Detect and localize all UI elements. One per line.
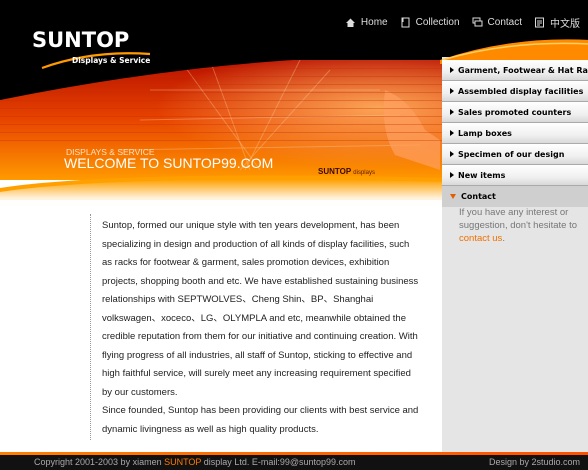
- arrow-right-icon: [450, 130, 454, 136]
- nav-home[interactable]: Home: [345, 17, 388, 28]
- footer-copyright: Copyright 2001-2003 by xiamen SUNTOP dis…: [34, 457, 356, 467]
- nav-chinese-label: 中文版: [550, 18, 580, 30]
- sidebar-item-label: Garment, Footwear & Hat Rack: [458, 65, 588, 75]
- sidebar-item-label: Lamp boxes: [458, 128, 512, 138]
- sidebar-item-label: Contact: [461, 192, 496, 201]
- nav-chinese[interactable]: 中文版: [534, 15, 580, 30]
- sidebar-item-assembled[interactable]: Assembled display facilities: [442, 81, 588, 102]
- intro-paragraph: Suntop, formed our unique style with ten…: [102, 220, 419, 398]
- document-icon: [535, 17, 544, 27]
- copyright-post: display Ltd. E-mail:99@suntop99.com: [203, 457, 356, 467]
- sidebar-item-label: Assembled display facilities: [458, 86, 584, 96]
- chat-icon: [472, 17, 483, 26]
- sidebar-item-label: Sales promoted counters: [458, 107, 572, 117]
- sidebar-item-counters[interactable]: Sales promoted counters: [442, 102, 588, 123]
- bookmark-icon: [401, 17, 410, 27]
- sidebar-item-label: New items: [458, 170, 506, 180]
- contact-text: If you have any interest or suggestion, …: [459, 207, 578, 231]
- arrow-right-icon: [450, 88, 454, 94]
- hero-brand-small: displays: [353, 170, 375, 176]
- nav-collection[interactable]: Collection: [400, 17, 460, 28]
- arrow-right-icon: [450, 67, 454, 73]
- sidebar-item-new-items[interactable]: New items: [442, 165, 588, 186]
- nav-contact-label: Contact: [487, 16, 522, 28]
- main-content: Suntop, formed our unique style with ten…: [102, 217, 420, 439]
- content-divider: [90, 214, 91, 440]
- footer-credit[interactable]: Design by 2studio.com: [489, 457, 580, 467]
- sidebar-item-specimen[interactable]: Specimen of our design: [442, 144, 588, 165]
- sidebar-item-lamp-boxes[interactable]: Lamp boxes: [442, 123, 588, 144]
- footer: Copyright 2001-2003 by xiamen SUNTOP dis…: [0, 455, 588, 470]
- contact-blurb: If you have any interest or suggestion, …: [459, 206, 579, 245]
- nav-home-label: Home: [360, 16, 388, 28]
- copyright-brand: SUNTOP: [164, 457, 202, 467]
- logo[interactable]: SUNTOP Displays & Service: [32, 28, 152, 70]
- sidebar-item-garment[interactable]: Garment, Footwear & Hat Rack: [442, 60, 588, 81]
- top-navigation: Home Collection Contact 中文版: [333, 14, 580, 30]
- arrow-right-icon: [450, 172, 454, 178]
- hero-brand-mark: SUNTOP displays: [318, 167, 375, 176]
- home-icon: [345, 18, 355, 27]
- contact-us-link[interactable]: contact us: [459, 233, 502, 244]
- sidebar-item-contact[interactable]: Contact: [442, 186, 588, 207]
- copyright-pre: Copyright 2001-2003 by xiamen: [34, 457, 162, 467]
- sidebar-item-label: Specimen of our design: [458, 149, 565, 159]
- sidebar-menu: Garment, Footwear & Hat Rack Assembled d…: [442, 60, 588, 207]
- arrow-right-icon: [450, 151, 454, 157]
- arrow-right-icon: [450, 109, 454, 115]
- intro-paragraph-2: Since founded, Suntop has been providing…: [102, 405, 419, 435]
- contact-end: .: [502, 233, 505, 244]
- nav-contact[interactable]: Contact: [472, 17, 522, 28]
- hero-brand-main: SUNTOP: [318, 167, 352, 176]
- nav-collection-label: Collection: [415, 16, 460, 28]
- arrow-down-icon: [450, 194, 456, 199]
- hero-title: WELCOME TO SUNTOP99.COM: [64, 155, 274, 171]
- logo-tagline: Displays & Service: [72, 56, 151, 65]
- logo-swoosh-icon: [41, 52, 151, 70]
